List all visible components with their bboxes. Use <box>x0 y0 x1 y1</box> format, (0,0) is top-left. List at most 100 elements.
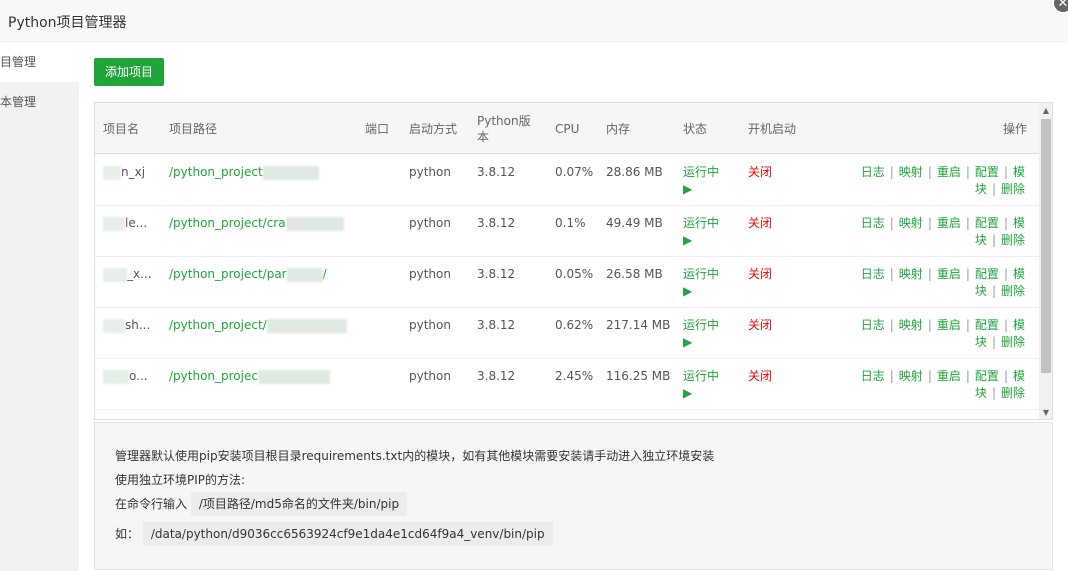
scroll-down-icon[interactable]: ▼ <box>1039 407 1052 419</box>
config-link[interactable]: 配置 <box>975 318 999 332</box>
project-table: 项目名 项目路径 端口 启动方式 Python版本 CPU 内存 状态 开机启动… <box>94 102 1053 420</box>
module-link[interactable]: 块 <box>975 233 987 247</box>
header-python-version[interactable]: Python版本 <box>477 103 537 154</box>
log-link[interactable]: 日志 <box>861 369 885 383</box>
status-running[interactable]: 运行中 ▶ <box>683 266 719 300</box>
log-link[interactable]: 日志 <box>861 318 885 332</box>
mapping-link[interactable]: 映射 <box>899 369 923 383</box>
table-scrollbar[interactable]: ▲ ▼ <box>1039 103 1052 419</box>
mapping-link[interactable]: 映射 <box>899 318 923 332</box>
module-link[interactable]: 块 <box>975 335 987 349</box>
log-link[interactable]: 日志 <box>861 216 885 230</box>
module-link[interactable]: 块 <box>975 182 987 196</box>
delete-link[interactable]: 删除 <box>1001 284 1025 298</box>
project-name[interactable]: _x... <box>103 266 152 283</box>
title-bar: Python项目管理器 <box>0 0 1068 42</box>
play-icon[interactable]: ▶ <box>683 182 692 196</box>
status-running[interactable]: 运行中 ▶ <box>683 215 719 249</box>
redacted-mask <box>257 369 330 384</box>
delete-link[interactable]: 删除 <box>1001 182 1025 196</box>
module-link[interactable]: 模 <box>1013 318 1025 332</box>
header-cpu[interactable]: CPU <box>555 103 579 154</box>
delete-link[interactable]: 删除 <box>1001 335 1025 349</box>
project-name[interactable]: n_xj <box>103 164 145 181</box>
sidebar-item-project-manage[interactable]: 项目管理 <box>0 42 79 82</box>
redacted-mask <box>103 165 121 180</box>
restart-link[interactable]: 重启 <box>937 267 961 281</box>
mapping-link[interactable]: 映射 <box>899 216 923 230</box>
scrollbar-thumb[interactable] <box>1041 119 1051 373</box>
pip-path-code: /项目路径/md5命名的文件夹/bin/pip <box>190 492 408 516</box>
module-link[interactable]: 模 <box>1013 369 1025 383</box>
cpu-usage: 0.62% <box>555 318 594 332</box>
status-running[interactable]: 运行中 ▶ <box>683 164 719 198</box>
project-path[interactable]: /python_project <box>169 164 319 181</box>
sidebar-item-version-manage[interactable]: 版本管理 <box>0 82 79 122</box>
memory-usage: 28.86 MB <box>606 165 663 179</box>
note-line-4: 如： /data/python/d9036cc6563924cf9e1da4e1… <box>115 522 553 546</box>
header-port[interactable]: 端口 <box>365 103 389 154</box>
status-running[interactable]: 运行中 ▶ <box>683 368 719 402</box>
mapping-link[interactable]: 映射 <box>899 165 923 179</box>
project-path[interactable]: /python_project/ <box>169 317 347 334</box>
log-link[interactable]: 日志 <box>861 165 885 179</box>
restart-link[interactable]: 重启 <box>937 216 961 230</box>
boot-start-toggle[interactable]: 关闭 <box>748 164 772 181</box>
row-actions: 日志 | 映射 | 重启 | 配置 | 模块 | 删除 <box>860 216 1025 247</box>
table-row <box>95 410 1039 419</box>
pip-example-code: /data/python/d9036cc6563924cf9e1da4e1cd6… <box>142 522 553 546</box>
project-path[interactable]: /python_projec <box>169 368 330 385</box>
note-line-3: 在命令行输入 /项目路径/md5命名的文件夹/bin/pip <box>115 492 408 516</box>
redacted-mask <box>286 267 323 282</box>
delete-link[interactable]: 删除 <box>1001 386 1025 400</box>
project-path[interactable]: /python_project/par / <box>169 266 327 283</box>
boot-start-toggle[interactable]: 关闭 <box>748 215 772 232</box>
header-boot-start[interactable]: 开机启动 <box>748 103 796 154</box>
module-link[interactable]: 块 <box>975 386 987 400</box>
config-link[interactable]: 配置 <box>975 165 999 179</box>
boot-start-toggle[interactable]: 关闭 <box>748 266 772 283</box>
play-icon[interactable]: ▶ <box>683 284 692 298</box>
table-row: le... /python_project/cra python 3.8.12 … <box>95 206 1039 257</box>
header-status[interactable]: 状态 <box>683 103 707 154</box>
mapping-link[interactable]: 映射 <box>899 267 923 281</box>
start-mode: python <box>409 369 451 383</box>
header-start-mode[interactable]: 启动方式 <box>409 103 457 154</box>
config-link[interactable]: 配置 <box>975 267 999 281</box>
memory-usage: 49.49 MB <box>606 216 663 230</box>
module-link[interactable]: 模 <box>1013 216 1025 230</box>
project-name[interactable]: o... <box>103 368 148 385</box>
module-link[interactable]: 模 <box>1013 165 1025 179</box>
redacted-mask <box>262 165 319 180</box>
row-actions: 日志 | 映射 | 重启 | 配置 | 模块 | 删除 <box>860 318 1025 349</box>
add-project-button[interactable]: 添加项目 <box>94 58 164 86</box>
play-icon[interactable]: ▶ <box>683 233 692 247</box>
config-link[interactable]: 配置 <box>975 369 999 383</box>
config-link[interactable]: 配置 <box>975 216 999 230</box>
restart-link[interactable]: 重启 <box>937 165 961 179</box>
delete-link[interactable]: 删除 <box>1001 233 1025 247</box>
project-name[interactable]: sh... <box>103 317 150 334</box>
table-row: sh... /python_project/ python 3.8.12 0.6… <box>95 308 1039 359</box>
header-path[interactable]: 项目路径 <box>169 103 217 154</box>
restart-link[interactable]: 重启 <box>937 318 961 332</box>
memory-usage: 116.25 MB <box>606 369 671 383</box>
start-mode: python <box>409 267 451 281</box>
python-version: 3.8.12 <box>477 318 516 332</box>
restart-link[interactable]: 重启 <box>937 369 961 383</box>
log-link[interactable]: 日志 <box>861 267 885 281</box>
play-icon[interactable]: ▶ <box>683 386 692 400</box>
module-link[interactable]: 块 <box>975 284 987 298</box>
status-running[interactable]: 运行中 ▶ <box>683 317 719 351</box>
project-name[interactable]: le... <box>103 215 147 232</box>
module-link[interactable]: 模 <box>1013 267 1025 281</box>
redacted-mask <box>103 318 125 333</box>
boot-start-toggle[interactable]: 关闭 <box>748 368 772 385</box>
play-icon[interactable]: ▶ <box>683 335 692 349</box>
boot-start-toggle[interactable]: 关闭 <box>748 317 772 334</box>
scroll-up-icon[interactable]: ▲ <box>1039 105 1052 117</box>
project-path[interactable]: /python_project/cra <box>169 215 344 232</box>
header-memory[interactable]: 内存 <box>606 103 630 154</box>
header-name[interactable]: 项目名 <box>103 103 139 154</box>
start-mode: python <box>409 318 451 332</box>
